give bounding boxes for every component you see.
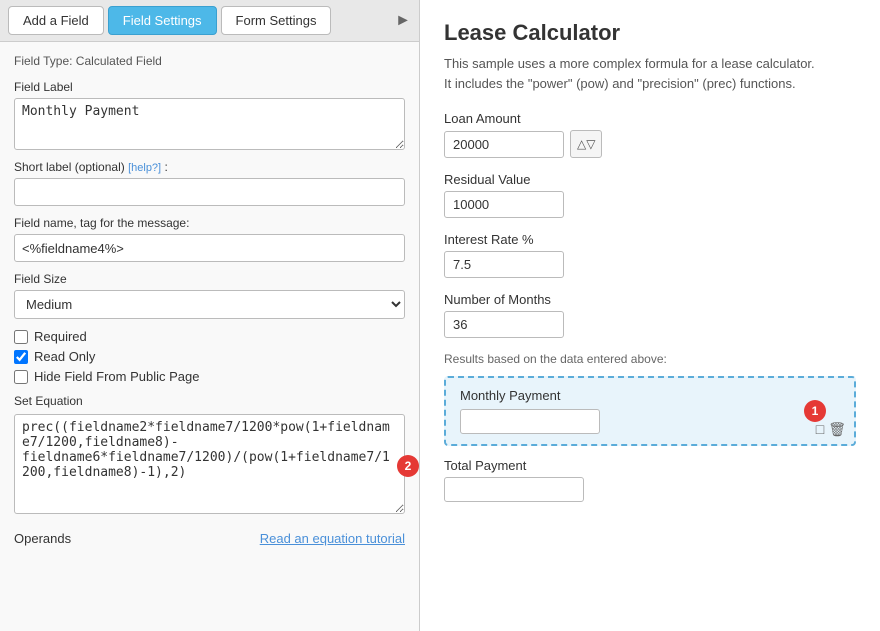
monthly-payment-result-input[interactable] (460, 409, 600, 434)
field-name-label: Field name, tag for the message: (14, 216, 405, 230)
operands-label: Operands (14, 531, 71, 546)
read-only-checkbox[interactable] (14, 350, 28, 364)
read-only-label: Read Only (34, 349, 95, 364)
field-size-label: Field Size (14, 272, 405, 286)
panel-content: Field Type: Calculated Field Field Label… (0, 42, 419, 631)
hide-field-checkbox[interactable] (14, 370, 28, 384)
total-payment-group: Total Payment (444, 458, 856, 502)
required-row: Required (14, 329, 405, 344)
short-label-group: Short label (optional) [help?] : (14, 160, 405, 206)
copy-icon[interactable]: □ (816, 421, 824, 438)
field-name-input[interactable] (14, 234, 405, 262)
tutorial-link[interactable]: Read an equation tutorial (260, 531, 405, 546)
set-equation-label: Set Equation (14, 394, 405, 408)
num-months-label: Number of Months (444, 292, 856, 307)
residual-value-group: Residual Value (444, 172, 856, 218)
residual-value-input[interactable] (444, 191, 564, 218)
required-label: Required (34, 329, 87, 344)
short-label-input[interactable] (14, 178, 405, 206)
results-label: Results based on the data entered above: (444, 352, 856, 366)
field-label-label: Field Label (14, 80, 405, 94)
total-payment-input[interactable] (444, 477, 584, 502)
total-payment-label: Total Payment (444, 458, 856, 473)
equation-textarea[interactable] (14, 414, 405, 514)
right-panel: Lease Calculator This sample uses a more… (420, 0, 880, 631)
required-checkbox[interactable] (14, 330, 28, 344)
field-size-select[interactable]: Small Medium Large (14, 290, 405, 319)
hide-field-row: Hide Field From Public Page (14, 369, 405, 384)
tab-field-settings[interactable]: Field Settings (108, 6, 217, 35)
field-label-input[interactable] (14, 98, 405, 150)
loan-amount-input[interactable] (444, 131, 564, 158)
residual-value-label: Residual Value (444, 172, 856, 187)
monthly-payment-card-label: Monthly Payment (460, 388, 840, 403)
interest-rate-label: Interest Rate % (444, 232, 856, 247)
description: This sample uses a more complex formula … (444, 54, 824, 93)
short-label-label: Short label (optional) [help?] : (14, 160, 405, 174)
loan-amount-group: Loan Amount △▽ (444, 111, 856, 158)
page-title: Lease Calculator (444, 20, 856, 46)
field-name-group: Field name, tag for the message: (14, 216, 405, 262)
field-size-group: Field Size Small Medium Large (14, 272, 405, 319)
field-type-label: Field Type: Calculated Field (14, 54, 405, 68)
loan-amount-spinner[interactable]: △▽ (570, 130, 602, 158)
tab-form-settings[interactable]: Form Settings (221, 6, 332, 35)
num-months-group: Number of Months (444, 292, 856, 338)
tab-arrow-icon[interactable]: ► (395, 12, 411, 30)
loan-amount-label: Loan Amount (444, 111, 856, 126)
read-only-row: Read Only (14, 349, 405, 364)
tab-bar: Add a Field Field Settings Form Settings… (0, 0, 419, 42)
hide-field-label: Hide Field From Public Page (34, 369, 199, 384)
tab-add-field[interactable]: Add a Field (8, 6, 104, 35)
interest-rate-input[interactable] (444, 251, 564, 278)
delete-icon[interactable]: 🗑 (828, 421, 846, 438)
left-panel: Add a Field Field Settings Form Settings… (0, 0, 420, 631)
set-equation-group: Set Equation 2 (14, 394, 405, 517)
checkboxes-group: Required Read Only Hide Field From Publi… (14, 329, 405, 384)
num-months-input[interactable] (444, 311, 564, 338)
loan-amount-row: △▽ (444, 130, 856, 158)
badge-1: 1 (804, 400, 826, 422)
badge-2: 2 (397, 455, 419, 477)
monthly-payment-card: Monthly Payment 1 □ 🗑 (444, 376, 856, 446)
result-card-actions: □ 🗑 (816, 421, 846, 438)
short-label-help-link[interactable]: [help?] (128, 162, 161, 174)
interest-rate-group: Interest Rate % (444, 232, 856, 278)
equation-wrapper: 2 (14, 414, 405, 517)
operands-row: Operands Read an equation tutorial (14, 531, 405, 546)
field-label-group: Field Label (14, 80, 405, 150)
